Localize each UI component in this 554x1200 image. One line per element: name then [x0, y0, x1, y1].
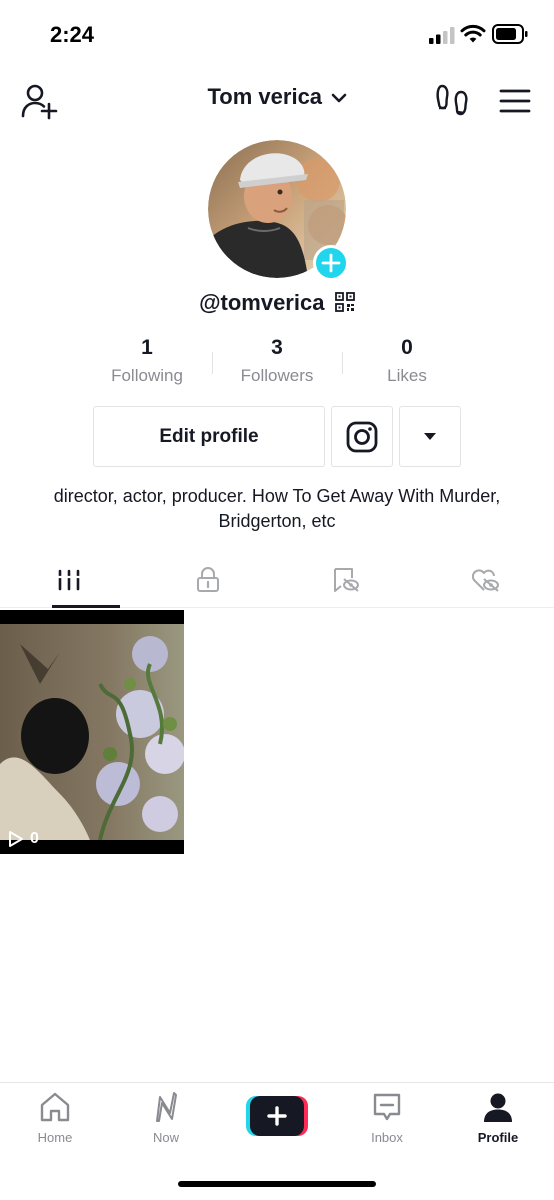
qr-code-icon[interactable] — [335, 292, 355, 312]
profile-person-icon — [484, 1093, 512, 1122]
nav-label: Home — [37, 1130, 73, 1145]
tab-private[interactable] — [139, 556, 278, 607]
caret-down-icon — [424, 432, 436, 440]
lock-icon — [196, 566, 219, 592]
videos-grid-icon — [57, 569, 81, 590]
stat-label: Followers — [240, 366, 314, 385]
profile-stats: 1 Following 3 Followers 0 Likes — [82, 336, 472, 392]
edit-profile-button[interactable]: Edit profile — [93, 406, 325, 467]
stat-likes[interactable]: 0 Likes — [342, 336, 472, 392]
plus-icon — [321, 253, 341, 273]
video-thumbnail-image — [0, 624, 184, 840]
stat-label: Following — [111, 366, 183, 385]
view-count: 0 — [8, 830, 39, 848]
view-count-value: 0 — [30, 830, 39, 847]
hidden-bookmark-icon — [334, 567, 360, 592]
instagram-icon — [346, 421, 378, 452]
stat-divider — [342, 352, 343, 374]
nav-now[interactable]: Now — [121, 1091, 211, 1145]
add-photo-button[interactable] — [313, 245, 349, 281]
home-indicator — [178, 1181, 376, 1187]
profile-tabs — [0, 556, 554, 608]
now-icon — [156, 1092, 177, 1122]
profile-header: Tom verica — [0, 72, 554, 126]
video-thumbnail[interactable]: 0 — [0, 610, 184, 854]
instagram-button[interactable] — [331, 406, 393, 467]
nav-label: Profile — [477, 1130, 519, 1145]
wifi-icon — [460, 24, 486, 43]
inbox-icon — [373, 1093, 401, 1121]
stat-divider — [212, 352, 213, 374]
nav-profile[interactable]: Profile — [453, 1091, 543, 1145]
chevron-down-icon — [331, 93, 346, 103]
tab-liked[interactable] — [416, 556, 554, 607]
active-tab-indicator — [52, 605, 120, 608]
footprints-icon[interactable] — [435, 82, 471, 118]
home-icon — [40, 1092, 70, 1122]
tab-videos[interactable] — [0, 556, 139, 608]
stat-value: 1 — [141, 336, 153, 359]
battery-icon — [492, 24, 528, 44]
stat-followers[interactable]: 3 Followers — [212, 336, 342, 392]
stat-label: Likes — [387, 366, 427, 385]
username: @tomverica — [199, 290, 325, 315]
tab-saved[interactable] — [277, 556, 416, 607]
profile-bio: director, actor, producer. How To Get Aw… — [53, 486, 501, 531]
status-bar: 2:24 — [0, 0, 554, 70]
profile-title: Tom verica — [207, 84, 323, 109]
nav-label: Inbox — [371, 1130, 403, 1145]
nav-label: Now — [152, 1130, 179, 1145]
username-row: @tomverica — [0, 290, 554, 316]
nav-inbox[interactable]: Inbox — [342, 1091, 432, 1145]
stat-following[interactable]: 1 Following — [82, 336, 212, 392]
suggested-accounts-button[interactable] — [399, 406, 461, 467]
hamburger-menu-icon[interactable] — [498, 84, 532, 118]
profile-avatar[interactable] — [208, 140, 349, 281]
cellular-signal-icon — [429, 27, 455, 44]
stat-value: 0 — [401, 336, 413, 359]
play-icon — [9, 831, 23, 847]
create-plus-icon[interactable] — [246, 1096, 308, 1136]
nav-home[interactable]: Home — [10, 1091, 100, 1145]
stat-value: 3 — [271, 336, 283, 359]
status-time: 2:24 — [50, 22, 95, 47]
hidden-likes-icon — [471, 568, 499, 592]
